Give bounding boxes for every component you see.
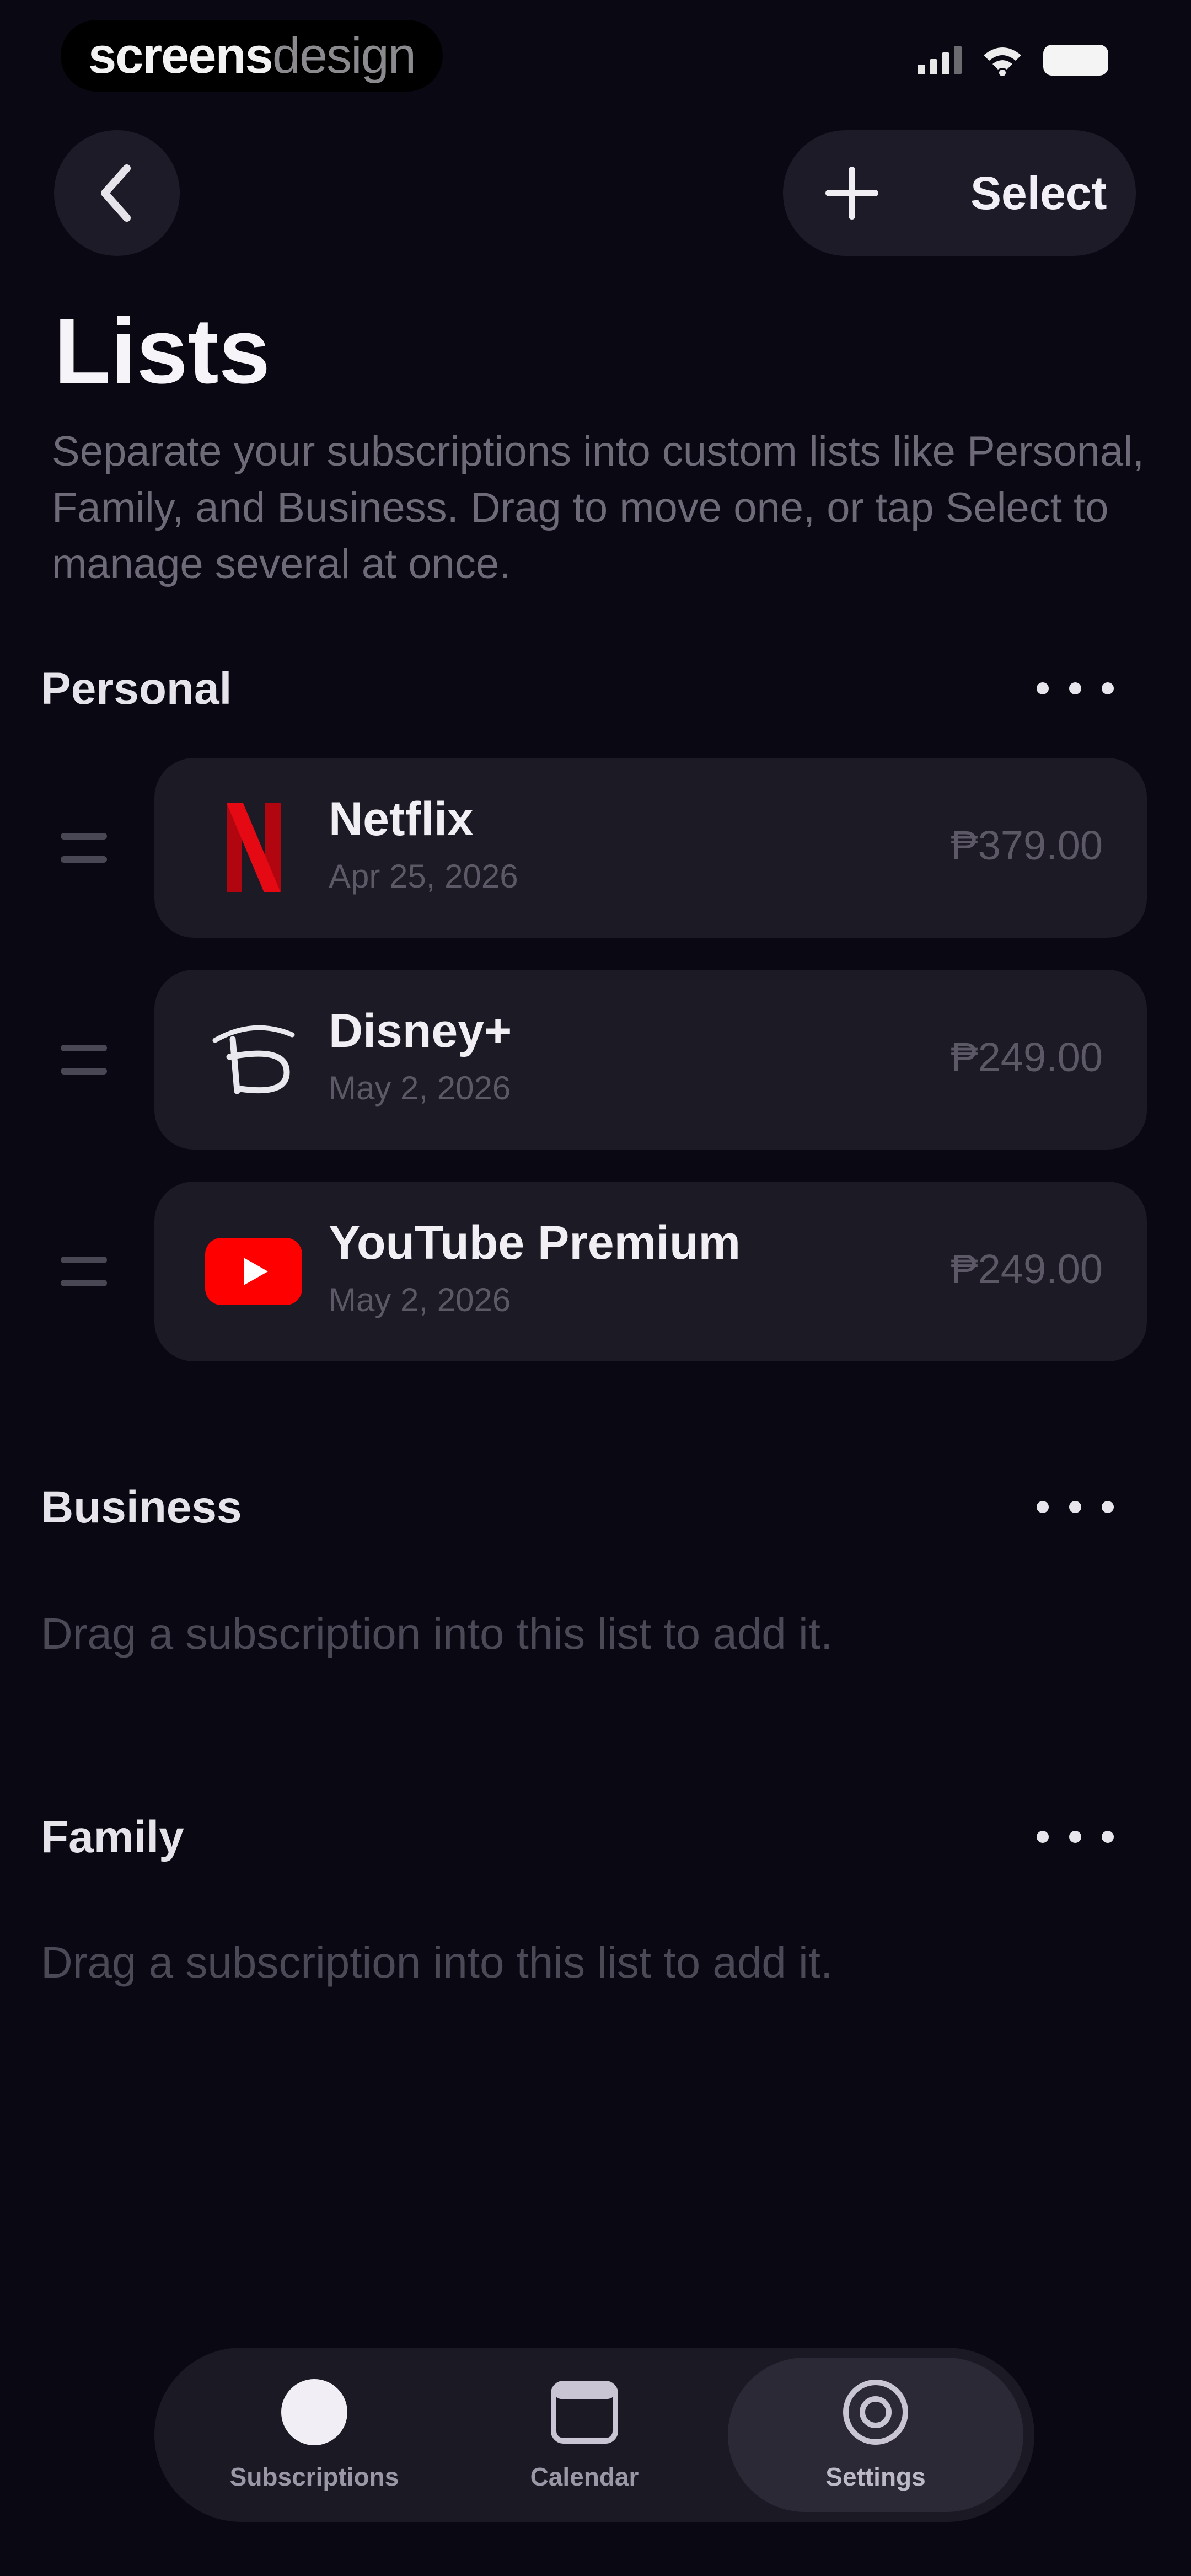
subscription-card[interactable]: YouTube Premium May 2, 2026 ₱249.00 <box>154 1182 1147 1361</box>
watermark-part-2: design <box>272 27 416 84</box>
tab-label: Calendar <box>530 2462 639 2491</box>
watermark-part-1: screens <box>88 27 273 84</box>
subscription-card[interactable]: Netflix Apr 25, 2026 ₱379.00 <box>154 758 1147 938</box>
drag-handle-icon[interactable] <box>61 1045 107 1075</box>
subscription-name: Disney+ <box>329 1004 512 1057</box>
more-options-button[interactable] <box>1037 666 1114 710</box>
calendar-icon <box>551 2381 618 2444</box>
page-description: Separate your subscriptions into custom … <box>52 428 1145 587</box>
settings-icon <box>843 2380 908 2445</box>
cellular-signal-icon <box>918 46 962 74</box>
circle-icon <box>281 2379 347 2445</box>
more-options-button[interactable] <box>1037 1815 1114 1859</box>
tab-label: Settings <box>825 2462 926 2491</box>
more-options-button[interactable] <box>1037 1485 1114 1529</box>
chevron-left-icon <box>101 164 131 222</box>
subscription-card[interactable]: Disney+ May 2, 2026 ₱249.00 <box>154 970 1147 1150</box>
status-icons <box>918 44 1108 76</box>
screensdesign-watermark: screens design <box>61 20 443 92</box>
empty-list-message: Drag a subscription into this list to ad… <box>41 1938 833 1987</box>
list-title-business: Business <box>41 1482 242 1532</box>
plus-icon <box>825 167 878 220</box>
list-title-personal: Personal <box>41 664 232 714</box>
tab-label: Subscriptions <box>229 2462 399 2491</box>
tab-settings[interactable]: Settings <box>728 2358 1023 2512</box>
subscription-date: Apr 25, 2026 <box>329 858 518 895</box>
drag-handle-icon[interactable] <box>61 1257 107 1286</box>
page-title: Lists <box>54 299 271 403</box>
add-list-button[interactable] <box>783 130 921 256</box>
subscription-price: ₱249.00 <box>951 1246 1103 1292</box>
tab-subscriptions[interactable]: Subscriptions <box>198 2348 430 2522</box>
list-title-family: Family <box>41 1812 184 1862</box>
subscription-price: ₱379.00 <box>951 822 1103 868</box>
drag-handle-icon[interactable] <box>61 833 107 863</box>
subscription-date: May 2, 2026 <box>329 1070 511 1107</box>
youtube-logo-icon <box>198 1216 309 1327</box>
tab-calendar[interactable]: Calendar <box>474 2348 695 2522</box>
back-button[interactable] <box>54 130 180 256</box>
disney-plus-logo-icon <box>198 1004 309 1115</box>
netflix-logo-icon <box>198 793 309 903</box>
subscription-date: May 2, 2026 <box>329 1281 511 1318</box>
header-actions: Select <box>783 130 1136 256</box>
empty-list-message: Drag a subscription into this list to ad… <box>41 1609 833 1658</box>
subscription-price: ₱249.00 <box>951 1034 1103 1080</box>
wifi-icon <box>984 47 1021 76</box>
battery-icon <box>1043 45 1108 76</box>
select-button[interactable]: Select <box>970 167 1107 220</box>
tab-bar: Subscriptions Calendar Settings <box>154 2348 1034 2522</box>
subscription-name: Netflix <box>329 793 474 846</box>
subscription-name: YouTube Premium <box>329 1216 741 1269</box>
